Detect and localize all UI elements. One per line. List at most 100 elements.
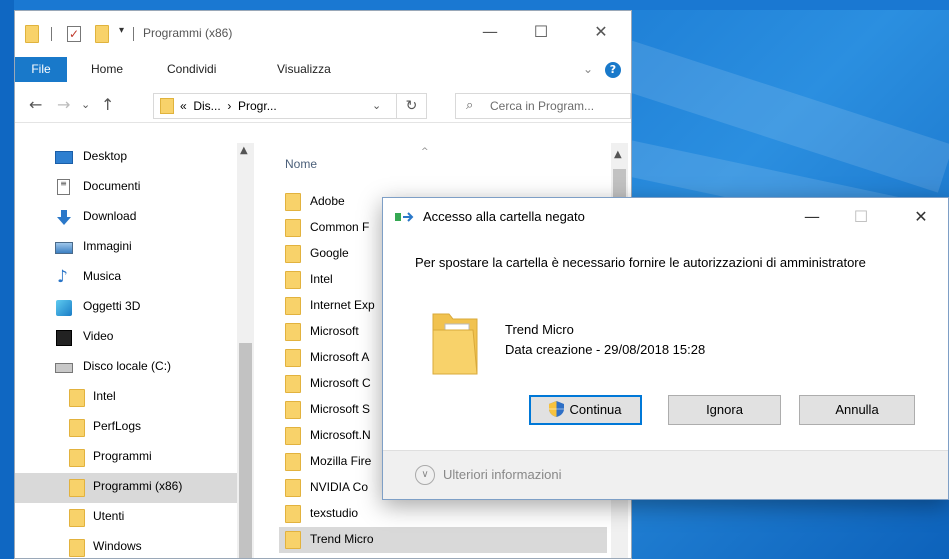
- sort-ascending-icon: ^: [421, 147, 429, 157]
- file-name: NVIDIA Co: [310, 480, 369, 494]
- folder-icon: [285, 245, 301, 263]
- nav-item-windows[interactable]: Windows: [15, 533, 237, 558]
- item-name: Trend Micro: [505, 322, 574, 337]
- tab-file[interactable]: File: [15, 57, 67, 82]
- ribbon-tabs: File Home Condividi Visualizza ⌄ ?: [15, 57, 631, 82]
- folder-icon: [69, 419, 85, 437]
- download-icon: [57, 210, 71, 225]
- file-name: Internet Exp: [310, 298, 375, 312]
- dialog-maximize-button: ☐: [853, 207, 869, 226]
- nav-item-programmi[interactable]: Programmi: [15, 443, 237, 473]
- folder-icon: [160, 98, 174, 114]
- search-input[interactable]: ⌕ Cerca in Program...: [455, 93, 631, 119]
- nav-item-intel[interactable]: Intel: [15, 383, 237, 413]
- forward-button[interactable]: →: [57, 95, 70, 114]
- new-folder-icon[interactable]: [95, 25, 109, 43]
- skip-button[interactable]: Ignora: [668, 395, 781, 425]
- folder-icon: [69, 389, 85, 407]
- nav-item-label: Utenti: [93, 509, 125, 523]
- folder-icon: [285, 505, 301, 523]
- nav-item-perflogs[interactable]: PerfLogs: [15, 413, 237, 443]
- nav-item-desktop[interactable]: Desktop: [15, 143, 237, 173]
- video-icon: [56, 330, 72, 346]
- continue-button-label: Continua: [569, 402, 622, 417]
- list-item-selected[interactable]: Trend Micro: [279, 527, 607, 553]
- nav-item-label: Programmi: [93, 449, 152, 463]
- dialog-close-button[interactable]: ✕: [901, 202, 941, 232]
- list-item[interactable]: texstudio: [279, 501, 607, 527]
- folder-icon: [285, 375, 301, 393]
- scroll-up-arrow-icon[interactable]: ▲: [614, 149, 622, 160]
- folder-icon: [432, 313, 478, 375]
- folder-icon: [69, 479, 85, 497]
- dialog-title: Accesso alla cartella negato: [423, 209, 585, 224]
- drive-icon: [55, 363, 73, 373]
- move-folder-icon: [395, 212, 414, 222]
- folder-icon: [285, 427, 301, 445]
- nav-item-label: Download: [83, 209, 137, 223]
- file-name: Mozilla Fire: [310, 454, 372, 468]
- properties-icon[interactable]: ✓: [67, 26, 81, 42]
- file-name: Microsoft C: [310, 376, 371, 390]
- nav-item-label: Immagini: [83, 239, 132, 253]
- music-icon: ♪: [57, 267, 68, 287]
- up-button[interactable]: ↑: [101, 95, 114, 114]
- back-button[interactable]: ←: [29, 95, 42, 114]
- nav-item-label: Disco locale (C:): [83, 359, 172, 373]
- tab-home[interactable]: Home: [91, 57, 123, 82]
- scrollbar-thumb[interactable]: [239, 343, 252, 558]
- cancel-button[interactable]: Annulla: [799, 395, 915, 425]
- file-name: Common F: [310, 220, 370, 234]
- expand-ribbon-icon[interactable]: ⌄: [583, 62, 593, 76]
- navigation-scrollbar[interactable]: ▲: [237, 143, 254, 558]
- nav-item-label: Intel: [93, 389, 116, 403]
- navigation-bar: ← → ⌄ ↑ « Dis... › Progr... ⌄ ↻ ⌕ Cerca …: [15, 87, 631, 123]
- address-dropdown-icon[interactable]: ⌄: [372, 99, 381, 112]
- continue-button[interactable]: Continua: [529, 395, 642, 425]
- desktop-background: [0, 0, 949, 10]
- document-icon: ≡: [57, 179, 70, 195]
- nav-item-local-disk[interactable]: Disco locale (C:): [15, 353, 237, 383]
- nav-item-downloads[interactable]: Download: [15, 203, 237, 233]
- nav-item-pictures[interactable]: Immagini: [15, 233, 237, 263]
- close-button[interactable]: ✕: [581, 17, 621, 47]
- 3d-objects-icon: [56, 300, 72, 316]
- chevron-down-icon[interactable]: ∨: [415, 465, 435, 485]
- nav-item-label: Oggetti 3D: [83, 299, 141, 313]
- folder-icon: [285, 531, 301, 549]
- nav-item-label: Programmi (x86): [93, 479, 183, 493]
- folder-icon: [285, 193, 301, 211]
- nav-item-music[interactable]: ♪ Musica: [15, 263, 237, 293]
- nav-item-utenti[interactable]: Utenti: [15, 503, 237, 533]
- address-path[interactable]: « Dis... › Progr...: [180, 99, 277, 113]
- folder-icon: [285, 323, 301, 341]
- uac-shield-icon: [549, 401, 565, 417]
- refresh-button[interactable]: ↻: [397, 93, 427, 119]
- tab-view[interactable]: Visualizza: [277, 57, 331, 82]
- file-name: Intel: [310, 272, 333, 286]
- file-name: Adobe: [310, 194, 345, 208]
- recent-locations-button[interactable]: ⌄: [81, 98, 90, 111]
- address-bar[interactable]: « Dis... › Progr... ⌄: [153, 93, 397, 119]
- folder-icon: [69, 509, 85, 527]
- folder-icon: [285, 271, 301, 289]
- navigation-pane: Desktop ≡ Documenti Download Immagini ♪ …: [15, 143, 255, 558]
- folder-icon: [285, 349, 301, 367]
- folder-icon: [285, 219, 301, 237]
- scroll-up-arrow-icon[interactable]: ▲: [240, 145, 248, 156]
- quick-access-dropdown-icon[interactable]: ▾: [119, 25, 124, 36]
- minimize-button[interactable]: —: [470, 17, 510, 47]
- nav-item-documents[interactable]: ≡ Documenti: [15, 173, 237, 203]
- more-info-link[interactable]: Ulteriori informazioni: [443, 467, 561, 482]
- tab-share[interactable]: Condividi: [167, 57, 216, 82]
- folder-icon: [285, 297, 301, 315]
- dialog-minimize-button[interactable]: —: [792, 202, 832, 232]
- nav-item-3d-objects[interactable]: Oggetti 3D: [15, 293, 237, 323]
- nav-item-label: Musica: [83, 269, 122, 283]
- nav-item-programmi-x86[interactable]: Programmi (x86): [15, 473, 237, 503]
- maximize-button[interactable]: ☐: [521, 17, 561, 47]
- help-icon[interactable]: ?: [605, 62, 621, 78]
- nav-item-videos[interactable]: Video: [15, 323, 237, 353]
- file-name: Microsoft.N: [310, 428, 371, 442]
- column-header-name[interactable]: Nome: [285, 157, 317, 171]
